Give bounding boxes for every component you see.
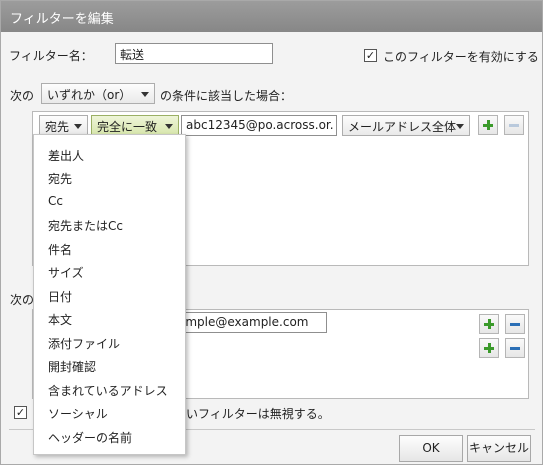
condition-field-dropdown[interactable]: 宛先	[39, 115, 88, 136]
chevron-down-icon	[456, 124, 464, 129]
menu-item-to-or-cc[interactable]: 宛先またはCc	[48, 217, 123, 234]
add-condition-button[interactable]	[478, 115, 498, 135]
menu-item-size[interactable]: サイズ	[48, 264, 84, 281]
ignore-lower-filters-checkbox[interactable]: ✓	[14, 406, 27, 419]
menu-item-contained-address[interactable]: 含まれているアドレス	[48, 382, 168, 399]
condition-value-input[interactable]: abc12345@po.across.or.	[181, 115, 337, 136]
condition-operator-dropdown[interactable]: 完全に一致	[91, 115, 179, 136]
filter-name-label: フィルター名：	[9, 49, 93, 63]
menu-item-subject[interactable]: 件名	[48, 241, 72, 258]
enable-filter-checkbox[interactable]: ✓	[364, 49, 377, 62]
enable-filter-label: このフィルターを有効にする	[383, 50, 539, 64]
forward-address-input[interactable]: ample@example.com	[173, 312, 327, 333]
menu-item-attachment[interactable]: 添付ファイル	[48, 335, 120, 352]
condition-scope-value: メールアドレス全体	[348, 120, 457, 134]
condition-field-value: 宛先	[45, 120, 70, 134]
remove-condition-button[interactable]	[504, 115, 524, 135]
menu-item-body[interactable]: 本文	[48, 311, 72, 328]
match-mode-value: いずれか（or）	[47, 88, 132, 102]
menu-item-to[interactable]: 宛先	[48, 170, 72, 187]
chevron-down-icon	[141, 92, 149, 97]
field-dropdown-menu: 差出人 宛先 Cc 宛先またはCc 件名 サイズ 日付 本文 添付ファイル 開封…	[33, 134, 186, 455]
menu-item-read-receipt[interactable]: 開封確認	[48, 358, 96, 375]
chevron-down-icon	[74, 124, 82, 129]
condition-suffix: の条件に該当した場合：	[160, 89, 293, 103]
add-action-button-2[interactable]	[479, 338, 499, 358]
condition-scope-dropdown[interactable]: メールアドレス全体	[342, 115, 470, 136]
menu-item-date[interactable]: 日付	[48, 288, 72, 305]
remove-action-button-2[interactable]	[505, 338, 525, 358]
menu-item-header-name[interactable]: ヘッダーの名前	[48, 429, 132, 446]
menu-item-social[interactable]: ソーシャル	[48, 405, 108, 422]
condition-operator-value: 完全に一致	[97, 120, 158, 134]
menu-item-cc[interactable]: Cc	[48, 194, 63, 208]
add-action-button[interactable]	[479, 314, 499, 334]
menu-item-from[interactable]: 差出人	[48, 147, 84, 164]
filter-name-input[interactable]: 転送	[115, 43, 273, 64]
action-label: 次の	[10, 293, 35, 307]
chevron-down-icon	[165, 124, 173, 129]
dialog-title: フィルターを編集	[1, 1, 542, 32]
ignore-lower-filters-label: 低いフィルターは無視する。	[174, 407, 330, 421]
match-mode-dropdown[interactable]: いずれか（or）	[41, 83, 155, 104]
remove-action-button[interactable]	[505, 314, 525, 334]
condition-prefix: 次の	[10, 89, 35, 103]
ok-button[interactable]: OK	[399, 435, 463, 462]
cancel-button[interactable]: キャンセル	[467, 435, 531, 462]
